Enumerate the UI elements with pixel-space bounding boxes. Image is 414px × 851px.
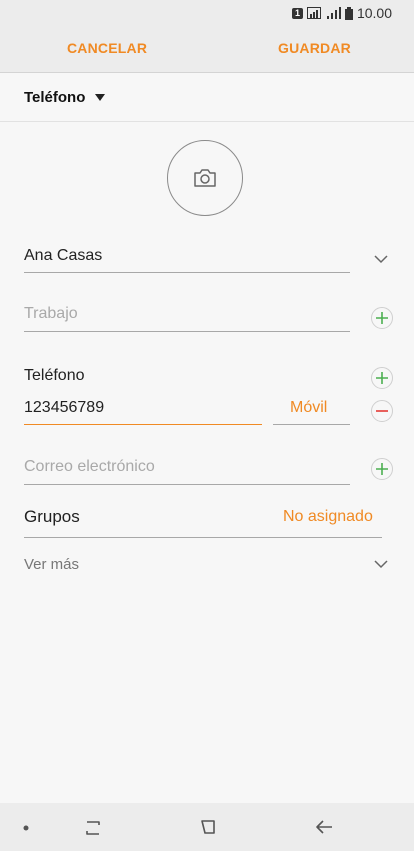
divider bbox=[0, 121, 414, 122]
more-label: Ver más bbox=[24, 556, 80, 573]
action-bar: CANCELAR GUARDAR bbox=[0, 26, 414, 73]
back-icon[interactable] bbox=[314, 819, 334, 835]
account-selector[interactable]: Teléfono bbox=[24, 89, 106, 106]
clock: 10.00 bbox=[356, 5, 392, 21]
phone-label: Teléfono bbox=[24, 367, 85, 384]
chevron-down-icon bbox=[374, 560, 388, 569]
work-underline bbox=[24, 331, 350, 332]
home-icon[interactable] bbox=[199, 818, 217, 836]
sim-icon: 1 bbox=[291, 7, 303, 19]
plus-icon bbox=[376, 372, 388, 384]
phone-type-selector[interactable]: Móvil bbox=[290, 399, 327, 417]
add-photo-button[interactable] bbox=[167, 140, 243, 216]
minus-icon bbox=[376, 410, 388, 412]
email-field[interactable]: Correo electrónico bbox=[24, 458, 155, 476]
plus-icon bbox=[376, 312, 388, 324]
account-label: Teléfono bbox=[24, 89, 86, 106]
cancel-button[interactable]: CANCELAR bbox=[67, 40, 147, 56]
dot-icon bbox=[23, 825, 29, 831]
phone-type-underline bbox=[273, 424, 350, 425]
groups-label: Grupos bbox=[24, 507, 80, 526]
plus-icon bbox=[376, 463, 388, 475]
add-email-button[interactable] bbox=[371, 458, 393, 480]
recents-icon[interactable] bbox=[83, 819, 103, 837]
groups-value: No asignado bbox=[283, 508, 373, 525]
phone-underline bbox=[24, 424, 262, 425]
add-work-button[interactable] bbox=[371, 307, 393, 329]
camera-icon bbox=[194, 169, 216, 187]
add-phone-button[interactable] bbox=[371, 367, 393, 389]
save-button[interactable]: GUARDAR bbox=[278, 40, 351, 56]
status-bar: 1 10.00 bbox=[0, 0, 414, 26]
signal-strength-icon bbox=[326, 7, 341, 19]
signal-icon bbox=[306, 7, 321, 19]
dropdown-arrow-icon bbox=[95, 94, 106, 101]
name-field[interactable]: Ana Casas bbox=[24, 247, 102, 265]
phone-number-field[interactable]: 123456789 bbox=[24, 399, 104, 417]
remove-phone-button[interactable] bbox=[371, 400, 393, 422]
battery-icon bbox=[344, 6, 353, 20]
navigation-bar bbox=[0, 803, 414, 851]
work-field[interactable]: Trabajo bbox=[24, 305, 78, 323]
status-icons: 1 10.00 bbox=[291, 5, 392, 21]
name-underline bbox=[24, 272, 350, 273]
chevron-down-icon[interactable] bbox=[373, 254, 389, 264]
groups-underline bbox=[24, 537, 382, 538]
email-underline bbox=[24, 484, 350, 485]
